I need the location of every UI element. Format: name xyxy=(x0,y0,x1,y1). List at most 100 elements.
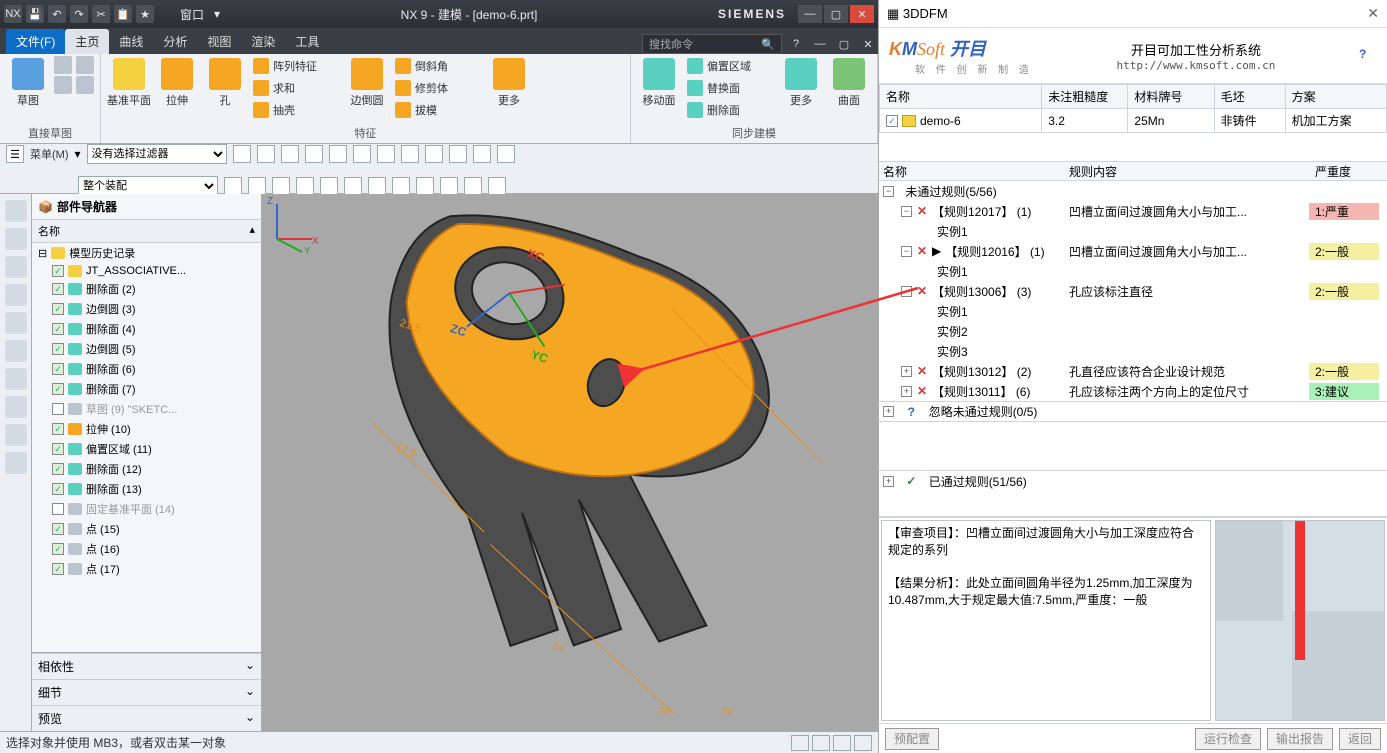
g8-icon[interactable] xyxy=(392,177,410,195)
sec-depend[interactable]: 相依性⌄ xyxy=(32,653,261,679)
ignored-root[interactable]: + ? 忽略未通过规则(0/5) xyxy=(879,401,1387,421)
tree-item[interactable]: ✓ 删除面 (13) xyxy=(32,479,261,499)
expand-icon[interactable]: − xyxy=(901,246,912,257)
checkbox-icon[interactable]: ✓ xyxy=(52,483,64,495)
sec-detail[interactable]: 细节⌄ xyxy=(32,679,261,705)
tab-curve[interactable]: 曲线 xyxy=(109,29,153,54)
rule-row[interactable]: − ✕ ▶ 【规则12016】 (1) 凹槽立面间过渡圆角大小与加工... 2:… xyxy=(879,241,1387,261)
tree-item[interactable]: ✓ 草图 (9) "SKETC... xyxy=(32,399,261,419)
g6-icon[interactable] xyxy=(344,177,362,195)
collapse-icon[interactable]: − xyxy=(883,186,894,197)
rule-row[interactable]: − ✕ 【规则13006】 (3) 孔应该标注直径 2:一般 xyxy=(879,281,1387,301)
tree-item[interactable]: ✓ 删除面 (6) xyxy=(32,359,261,379)
checkbox-icon[interactable]: ✓ xyxy=(52,403,64,415)
checkbox-icon[interactable]: ✓ xyxy=(52,303,64,315)
f12-icon[interactable] xyxy=(497,145,515,163)
f5-icon[interactable] xyxy=(329,145,347,163)
tab-render[interactable]: 渲染 xyxy=(241,29,285,54)
maximize-button[interactable]: ▢ xyxy=(824,5,848,23)
st2-icon[interactable] xyxy=(812,735,830,751)
rule-row[interactable]: + ✕ 【规则13011】 (6) 孔应该标注两个方向上的定位尺寸 3:建议 xyxy=(879,381,1387,401)
col-plan[interactable]: 方案 xyxy=(1285,85,1386,109)
preset-button[interactable]: 预配置 xyxy=(885,728,939,750)
nav-tree[interactable]: ⊟ 模型历史记录 ✓ JT_ASSOCIATIVE...✓ 删除面 (2)✓ 边… xyxy=(32,243,261,652)
tab-view[interactable]: 视图 xyxy=(197,29,241,54)
rule-instance[interactable]: 实例3 xyxy=(879,341,1387,361)
shell-button[interactable]: 抽壳 xyxy=(251,100,341,120)
tree-item[interactable]: ✓ 点 (15) xyxy=(32,519,261,539)
circle-icon[interactable] xyxy=(76,76,94,94)
filter-select[interactable]: 没有选择过滤器 xyxy=(87,144,227,164)
checkbox-icon[interactable]: ✓ xyxy=(52,423,64,435)
cut-icon[interactable]: ✂ xyxy=(92,5,110,23)
f11-icon[interactable] xyxy=(473,145,491,163)
f3-icon[interactable] xyxy=(281,145,299,163)
rule-row[interactable]: − ✕ 【规则12017】 (1) 凹槽立面间过渡圆角大小与加工... 1:严重 xyxy=(879,201,1387,221)
tab-analyze[interactable]: 分析 xyxy=(153,29,197,54)
viewport[interactable]: XC YC ZC 12.5 21.5 14 29 xyxy=(262,194,878,731)
tree-item[interactable]: ✓ 拉伸 (10) xyxy=(32,419,261,439)
checkbox-icon[interactable]: ✓ xyxy=(52,543,64,555)
checkbox-icon[interactable]: ✓ xyxy=(52,443,64,455)
vt4-icon[interactable] xyxy=(5,284,27,306)
tree-item[interactable]: ✓ 边倒圆 (3) xyxy=(32,299,261,319)
doc-max-icon[interactable]: ▢ xyxy=(834,34,854,54)
g3-icon[interactable] xyxy=(272,177,290,195)
vt5-icon[interactable] xyxy=(5,312,27,334)
f6-icon[interactable] xyxy=(353,145,371,163)
collapse-icon[interactable]: ⊟ xyxy=(38,247,47,260)
menu-label[interactable]: 菜单(M) xyxy=(30,146,69,162)
tree-item[interactable]: ✓ 删除面 (2) xyxy=(32,279,261,299)
doc-close-icon[interactable]: ✕ xyxy=(858,34,878,54)
g9-icon[interactable] xyxy=(416,177,434,195)
tree-item[interactable]: ✓ 删除面 (12) xyxy=(32,459,261,479)
chamfer-big-button[interactable]: 边倒圆 xyxy=(345,56,389,108)
g4-icon[interactable] xyxy=(296,177,314,195)
expand-icon[interactable]: − xyxy=(901,286,912,297)
feature-more-button[interactable]: 更多 xyxy=(487,56,531,108)
tree-item[interactable]: ✓ 删除面 (7) xyxy=(32,379,261,399)
f4-icon[interactable] xyxy=(305,145,323,163)
trim-button[interactable]: 修剪体 xyxy=(393,78,483,98)
menu-icon[interactable]: ☰ xyxy=(6,145,24,163)
extrude-button[interactable]: 拉伸 xyxy=(155,56,199,108)
nx-logo-icon[interactable]: NX xyxy=(4,5,22,23)
help-icon[interactable]: ? xyxy=(786,34,806,54)
g5-icon[interactable] xyxy=(320,177,338,195)
f2-icon[interactable] xyxy=(257,145,275,163)
tree-item[interactable]: ✓ 边倒圆 (5) xyxy=(32,339,261,359)
checkbox-icon[interactable]: ✓ xyxy=(52,283,64,295)
help-icon[interactable]: ? xyxy=(1359,47,1377,65)
checkbox-icon[interactable]: ✓ xyxy=(52,563,64,575)
tree-root[interactable]: ⊟ 模型历史记录 xyxy=(32,243,261,263)
vt2-icon[interactable] xyxy=(5,228,27,250)
assembly-select[interactable]: 整个装配 xyxy=(78,176,218,196)
st3-icon[interactable] xyxy=(833,735,851,751)
col-rough[interactable]: 未注粗糙度 xyxy=(1042,85,1128,109)
dfm-close-icon[interactable]: ✕ xyxy=(1367,5,1379,22)
tab-home[interactable]: 主页 xyxy=(65,29,109,54)
material-row[interactable]: ✓demo-6 3.2 25Mn 非铸件 机加工方案 xyxy=(880,109,1387,133)
back-button[interactable]: 返回 xyxy=(1339,728,1381,750)
tree-item[interactable]: ✓ 偏置区域 (11) xyxy=(32,439,261,459)
rect-icon[interactable] xyxy=(76,56,94,74)
passed-root[interactable]: + ✓ 已通过规则(51/56) xyxy=(879,471,1387,491)
close-button[interactable]: ✕ xyxy=(850,5,874,23)
line-icon[interactable] xyxy=(54,56,72,74)
pattern-button[interactable]: 阵列特征 xyxy=(251,56,341,76)
vt8-icon[interactable] xyxy=(5,396,27,418)
vt3-icon[interactable] xyxy=(5,256,27,278)
rule-instance[interactable]: 实例1 xyxy=(879,301,1387,321)
rule-instance[interactable]: 实例1 xyxy=(879,221,1387,241)
expand-icon[interactable]: + xyxy=(883,476,894,487)
g10-icon[interactable] xyxy=(440,177,458,195)
tree-item[interactable]: ✓ JT_ASSOCIATIVE... xyxy=(32,263,261,279)
g7-icon[interactable] xyxy=(368,177,386,195)
hole-button[interactable]: 孔 xyxy=(203,56,247,108)
checkbox-icon[interactable]: ✓ xyxy=(52,463,64,475)
paste-icon[interactable]: 📋 xyxy=(114,5,132,23)
f8-icon[interactable] xyxy=(401,145,419,163)
replace-button[interactable]: 替换面 xyxy=(685,78,775,98)
f9-icon[interactable] xyxy=(425,145,443,163)
export-button[interactable]: 输出报告 xyxy=(1267,728,1333,750)
